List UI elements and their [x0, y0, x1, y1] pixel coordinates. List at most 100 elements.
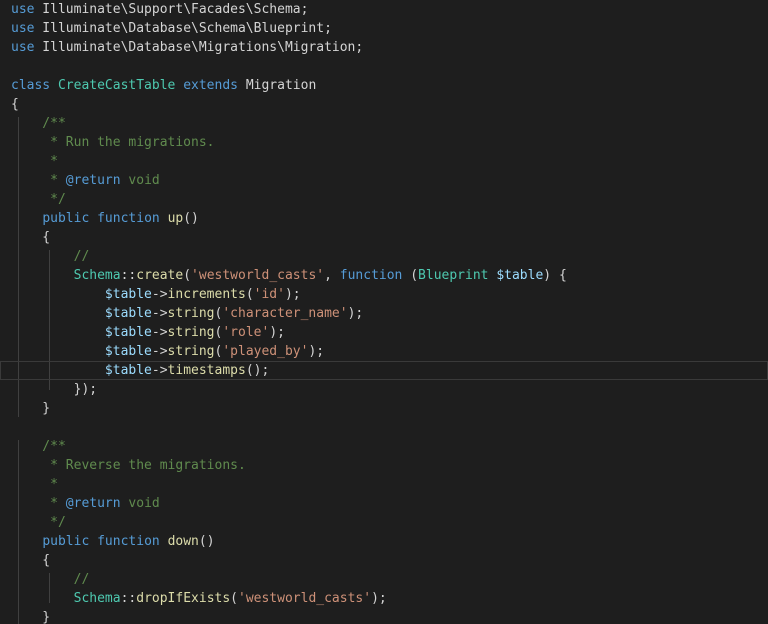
code-line[interactable]: /** — [0, 437, 768, 456]
code-line[interactable]: $table->string('played_by'); — [0, 342, 768, 361]
code-token: down — [167, 534, 199, 549]
code-line[interactable]: /** — [0, 114, 768, 133]
code-token: string — [167, 306, 215, 321]
code-token: $table — [496, 268, 544, 283]
code-token: Illuminate\Database\Schema\Blueprint; — [34, 21, 332, 36]
code-token: ); — [269, 325, 285, 340]
code-line[interactable] — [0, 57, 768, 76]
code-token: -> — [151, 344, 168, 359]
code-token: { — [11, 230, 51, 245]
code-token: ); — [284, 287, 301, 302]
code-line[interactable]: public function up() — [0, 209, 768, 228]
code-token: use — [11, 2, 35, 17]
code-line[interactable]: */ — [0, 190, 768, 209]
code-line[interactable]: class CreateCastTable extends Migration — [0, 76, 768, 95]
code-token: increments — [167, 287, 246, 302]
code-token: ( — [402, 268, 419, 283]
code-token: } — [11, 401, 51, 416]
code-token: Schema — [73, 268, 121, 283]
code-token: ); — [308, 344, 325, 359]
code-line[interactable]: */ — [0, 513, 768, 532]
code-token: @return — [65, 496, 121, 511]
code-token: timestamps — [167, 363, 246, 378]
code-token: string — [167, 344, 215, 359]
code-line-current[interactable]: $table->timestamps(); — [0, 361, 768, 380]
code-line[interactable]: { — [0, 95, 768, 114]
code-line[interactable]: $table->string('character_name'); — [0, 304, 768, 323]
code-token: () — [198, 534, 215, 549]
code-line[interactable]: * @return void — [0, 171, 768, 190]
code-line[interactable]: * Reverse the migrations. — [0, 456, 768, 475]
code-line[interactable]: public function down() — [0, 532, 768, 551]
code-line[interactable]: * Run the migrations. — [0, 133, 768, 152]
code-line[interactable]: // — [0, 247, 768, 266]
code-line[interactable]: * — [0, 475, 768, 494]
code-token: * Run the migrations. — [11, 135, 215, 150]
code-token: function — [97, 534, 160, 549]
code-token: , — [324, 268, 340, 283]
code-token: $table — [104, 363, 152, 378]
code-token: ( — [183, 268, 192, 283]
code-line[interactable]: use Illuminate\Database\Schema\Blueprint… — [0, 19, 768, 38]
code-token: } — [11, 610, 51, 624]
code-token: */ — [11, 192, 66, 207]
code-line[interactable]: $table->increments('id'); — [0, 285, 768, 304]
code-line[interactable] — [0, 418, 768, 437]
code-token: /** — [11, 116, 66, 131]
code-token: ( — [245, 287, 254, 302]
code-token: function — [97, 211, 160, 226]
code-token: void — [120, 173, 160, 188]
code-line[interactable]: $table->string('role'); — [0, 323, 768, 342]
code-token: :: — [120, 268, 137, 283]
code-token: $table — [104, 344, 152, 359]
code-editor[interactable]: use Illuminate\Support\Facades\Schema; us… — [0, 0, 768, 624]
code-token: dropIfExists — [136, 591, 231, 606]
code-token: ); — [347, 306, 364, 321]
code-line[interactable]: use Illuminate\Database\Migrations\Migra… — [0, 38, 768, 57]
code-line[interactable]: { — [0, 228, 768, 247]
code-token: ( — [230, 591, 238, 606]
code-token: (); — [245, 363, 270, 378]
code-line[interactable]: Schema::dropIfExists('westworld_casts'); — [0, 589, 768, 608]
code-line[interactable]: { — [0, 551, 768, 570]
code-line[interactable]: } — [0, 399, 768, 418]
code-token: public — [42, 211, 90, 226]
code-token: Illuminate\Database\Migrations\Migration… — [34, 40, 364, 55]
code-token: 'westworld_casts' — [238, 591, 372, 606]
code-line[interactable]: Schema::create('westworld_casts', functi… — [0, 266, 768, 285]
code-token: -> — [151, 363, 168, 378]
code-line[interactable]: } — [0, 608, 768, 624]
code-line[interactable]: * @return void — [0, 494, 768, 513]
code-line[interactable]: }); — [0, 380, 768, 399]
code-line[interactable]: // — [0, 570, 768, 589]
code-token: use — [11, 21, 35, 36]
code-token: { — [11, 553, 51, 568]
code-token: Schema — [73, 591, 121, 606]
code-token: * — [11, 173, 66, 188]
code-token: $table — [104, 287, 152, 302]
code-token: -> — [151, 287, 168, 302]
code-token: extends — [183, 78, 238, 93]
code-token: 'played_by' — [222, 344, 309, 359]
code-token: -> — [151, 325, 168, 340]
code-token: */ — [11, 515, 66, 530]
code-line[interactable]: * — [0, 152, 768, 171]
code-token: public — [42, 534, 90, 549]
code-token: }); — [11, 382, 98, 397]
code-token: * — [11, 477, 58, 492]
code-token: /** — [11, 439, 66, 454]
code-line[interactable]: use Illuminate\Support\Facades\Schema; — [0, 0, 768, 19]
code-token: Blueprint — [418, 268, 489, 283]
